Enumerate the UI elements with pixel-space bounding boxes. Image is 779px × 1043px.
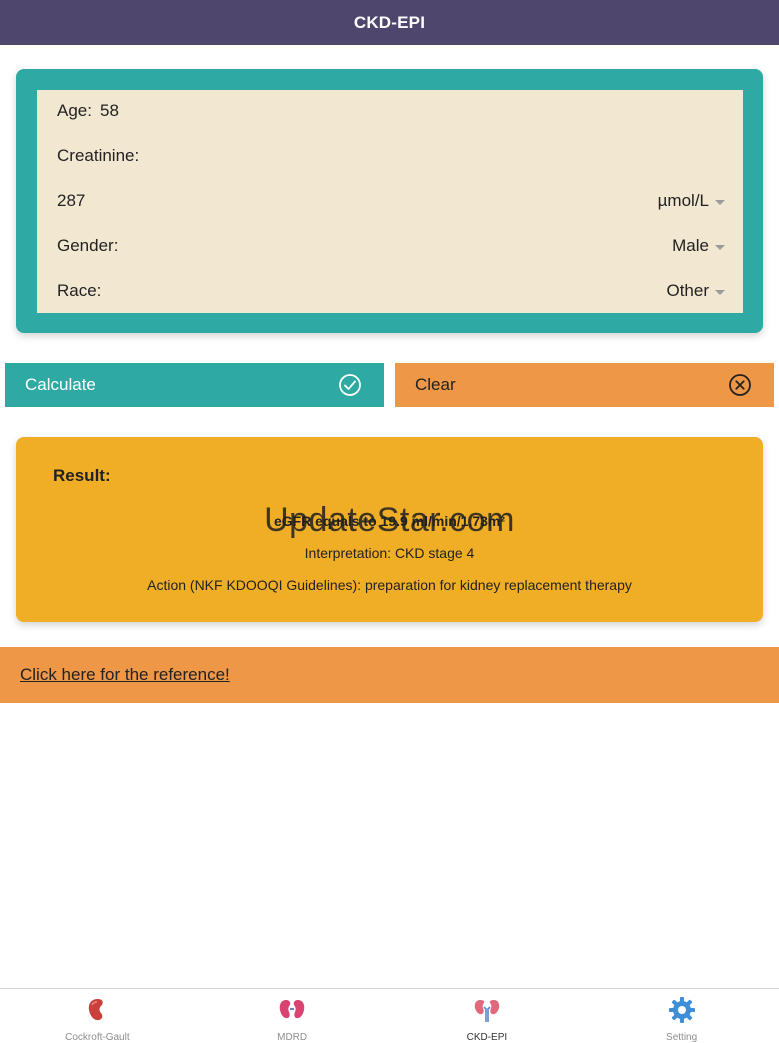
- age-label: Age:: [57, 101, 92, 120]
- input-card: Age: 58 Creatinine: 287 µmol/L Gender: M…: [16, 69, 763, 333]
- creatinine-input[interactable]: 287: [57, 191, 85, 211]
- gear-icon: [667, 995, 697, 1030]
- reference-link[interactable]: Click here for the reference!: [20, 665, 230, 685]
- gender-select[interactable]: Male: [672, 236, 725, 256]
- calculate-button[interactable]: Calculate: [5, 363, 384, 407]
- caret-down-icon: [715, 199, 725, 205]
- kidney-icon: [82, 995, 112, 1030]
- nav-bar: CKD-EPI: [0, 0, 779, 45]
- tab-cockroft-gault[interactable]: Cockroft-Gault: [0, 989, 195, 1043]
- check-circle-icon: [338, 373, 362, 397]
- kidneys-icon: [277, 995, 307, 1030]
- page-title: CKD-EPI: [353, 12, 426, 32]
- unit-select[interactable]: µmol/L: [658, 191, 725, 211]
- tab-mdrd[interactable]: MDRD: [195, 989, 390, 1043]
- age-row: Age: 58: [57, 97, 725, 125]
- tab-label: MDRD: [277, 1032, 308, 1043]
- interpretation-text: Interpretation: CKD stage 4: [304, 545, 475, 561]
- creatinine-label-row: Creatinine:: [57, 142, 725, 170]
- tab-setting[interactable]: Setting: [584, 989, 779, 1043]
- result-title: Result:: [53, 466, 111, 485]
- tab-bar: Cockroft-Gault MDRD CKD-EPI Setting: [0, 988, 779, 1043]
- close-circle-icon: [728, 373, 752, 397]
- reference-bar: Click here for the reference!: [0, 647, 779, 703]
- unit-value: µmol/L: [657, 191, 709, 210]
- caret-down-icon: [715, 289, 725, 295]
- caret-down-icon: [715, 244, 725, 250]
- action-text: Action (NKF KDOOQI Guidelines): preparat…: [147, 577, 632, 593]
- tab-label: Setting: [666, 1032, 698, 1043]
- tab-ckd-epi[interactable]: CKD-EPI: [390, 989, 585, 1043]
- tab-label: CKD-EPI: [466, 1032, 508, 1043]
- egfr-result: eGFR equals to 19.9 ml/min/1.73m²: [273, 513, 506, 529]
- gender-label: Gender:: [57, 236, 119, 255]
- race-select[interactable]: Other: [666, 281, 725, 301]
- gender-value: Male: [672, 236, 709, 255]
- creatinine-row: 287 µmol/L: [57, 187, 725, 215]
- result-card: Result: eGFR equals to 19.9 ml/min/1.73m…: [16, 437, 763, 622]
- kidneys-ureter-icon: [472, 995, 502, 1030]
- clear-button[interactable]: Clear: [395, 363, 774, 407]
- gender-row: Gender: Male: [57, 232, 725, 260]
- input-form: Age: 58 Creatinine: 287 µmol/L Gender: M…: [37, 90, 743, 313]
- age-input[interactable]: 58: [100, 101, 119, 121]
- creatinine-label: Creatinine:: [57, 146, 140, 165]
- race-row: Race: Other: [57, 277, 725, 305]
- clear-label: Clear: [415, 375, 456, 394]
- calculate-label: Calculate: [25, 375, 96, 394]
- race-value: Other: [666, 281, 709, 300]
- race-label: Race:: [57, 281, 102, 300]
- tab-label: Cockroft-Gault: [65, 1032, 130, 1043]
